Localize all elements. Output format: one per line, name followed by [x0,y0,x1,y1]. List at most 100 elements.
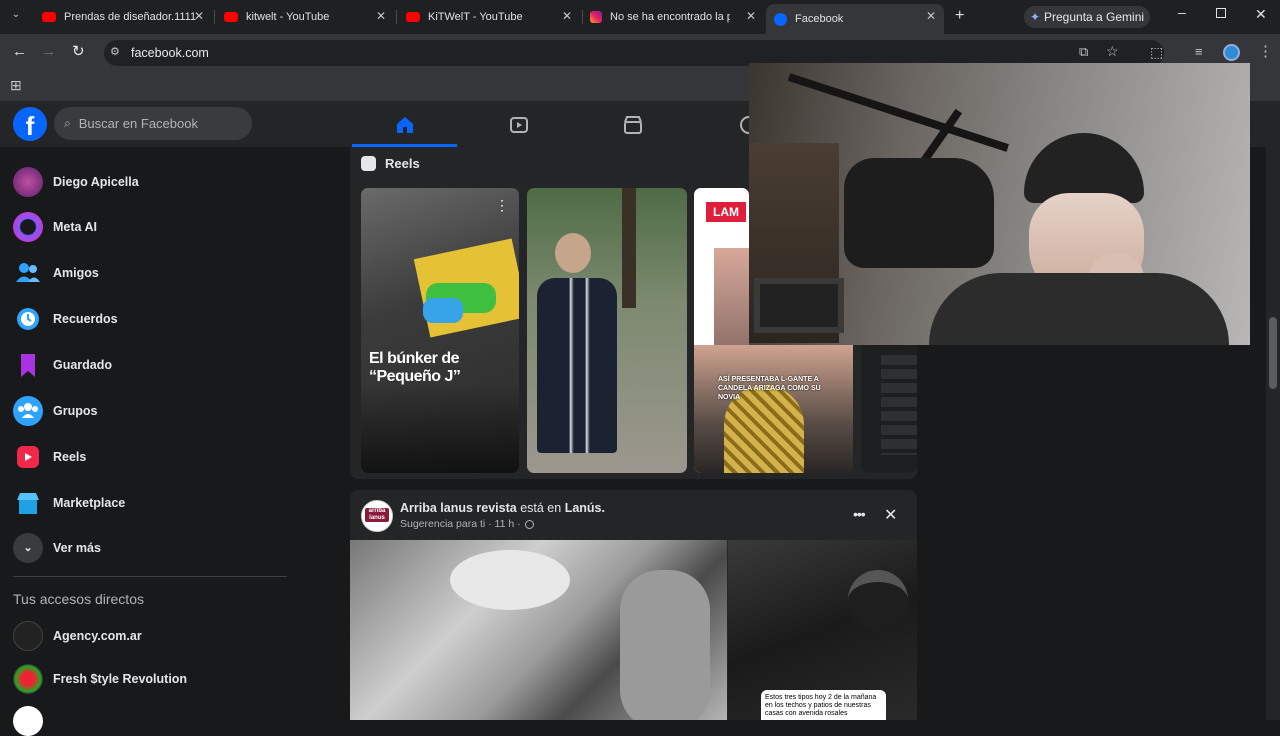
shortcut-item[interactable]: Agency.com.ar [13,621,142,651]
post-header: Arriba lanus revista está en Lanús. [400,501,605,515]
webcam-microphone [844,158,994,268]
tab-title: KiTWelT - YouTube [428,11,523,23]
reel-thumbnail-lower[interactable]: ASÍ PRESENTABA L-GANTE A CANDELA ARIZAGA… [694,345,853,473]
gemini-button[interactable]: ✦ Pregunta a Gemini [1024,6,1150,28]
close-window-button[interactable]: ✕ [1255,6,1267,23]
restore-button[interactable] [1216,8,1226,18]
post-image-right[interactable]: Estos tres tipos hoy 2 de la mañana en l… [728,540,917,720]
agency-logo [13,621,43,651]
post-is-in: está en [520,501,562,515]
groups-icon [13,396,43,426]
marketplace-icon [13,488,43,518]
apps-icon[interactable]: ⊞ [10,77,22,94]
url-text: facebook.com [131,46,209,60]
tab-title: No se ha encontrado la pág [610,11,730,23]
sidebar-item-meta-ai[interactable]: Meta AI [13,212,97,242]
sidebar-item-profile[interactable]: Diego Apicella [13,167,139,197]
close-icon[interactable]: ✕ [562,9,572,23]
avatar [13,167,43,197]
browser-tab[interactable]: kitwelt - YouTube ✕ [216,4,394,30]
browser-tab-active[interactable]: Facebook ✕ [766,4,944,34]
sidebar-item-reels[interactable]: Reels [13,442,86,472]
post-place[interactable]: Lanús. [565,501,605,515]
globe-icon [524,519,534,529]
shortcut-item[interactable]: Fresh $tyle Revolution [13,664,187,694]
scrollbar-track[interactable] [1266,147,1280,720]
sidebar-item-label: Reels [53,450,87,464]
menu-icon[interactable]: ⋮ [1258,42,1273,60]
reels-title: Reels [385,156,420,171]
post-image-left[interactable] [350,540,727,720]
shortcut-logo [13,706,43,736]
post-meta: Sugerencia para ti · 11 h · [400,518,534,530]
sidebar-item-saved[interactable]: Guardado [13,350,112,380]
youtube-icon [406,12,420,22]
profile-avatar[interactable] [1223,44,1240,61]
browser-tab[interactable]: KiTWelT - YouTube ✕ [398,4,580,30]
sidebar-item-groups[interactable]: Grupos [13,396,97,426]
shortcuts-title: Tus accesos directos [13,591,144,607]
reel-caption: El búnker de “Pequeño J” [369,350,461,385]
close-icon[interactable]: ✕ [376,9,386,23]
gaming-icon[interactable] [738,114,749,136]
reel-thumbnail[interactable]: ⋮ El búnker de “Pequeño J” [361,188,519,473]
home-icon[interactable] [394,114,416,136]
post-image-caption: Estos tres tipos hoy 2 de la mañana en l… [761,690,886,720]
close-icon[interactable]: ✕ [884,505,897,525]
site-info-icon[interactable]: ⚙ [110,45,120,58]
search-icon: ⌕ [64,116,71,130]
instagram-icon [590,11,602,23]
marketplace-nav-icon[interactable] [622,114,644,136]
post-image-figure2 [620,570,710,720]
more-options-icon[interactable]: ••• [853,506,866,522]
sidebar-item-memories[interactable]: Recuerdos [13,304,118,334]
reel-caption: ASÍ PRESENTABA L-GANTE A CANDELA ARIZAGA… [718,376,821,401]
forward-icon[interactable]: → [41,43,56,60]
tab-title: Prendas de diseñador.1111 [64,11,197,23]
sidebar-item-see-more[interactable]: ⌄ Ver más [13,533,101,563]
close-icon[interactable]: ✕ [746,9,756,23]
reel-thumbnail-partial[interactable] [861,345,917,473]
browser-tab[interactable]: No se ha encontrado la pág ✕ [582,4,764,30]
close-icon[interactable]: ✕ [194,9,204,23]
post-author[interactable]: Arriba lanus revista [400,501,517,515]
webcam-mic-arm [787,73,1009,152]
webcam-overlay [749,63,1250,345]
reel-thumbnail[interactable] [527,188,687,473]
lam-badge: LAM [706,202,746,222]
sidebar-item-marketplace[interactable]: Marketplace [13,488,125,518]
sidebar-item-friends[interactable]: Amigos [13,258,99,288]
minimize-button[interactable]: – [1178,4,1186,20]
extensions-icon[interactable]: ⬚ [1150,44,1163,61]
reel-image-tree [622,188,636,308]
reel-image-hand [423,298,463,323]
chevron-down-icon: ⌄ [13,533,43,563]
facebook-logo[interactable]: f [13,107,47,141]
gemini-label: Pregunta a Gemini [1044,10,1145,24]
reload-icon[interactable]: ↻ [72,42,85,60]
tab-search-icon[interactable]: ⌄ [8,9,24,25]
shortcut-label: Fresh $tyle Revolution [53,672,188,686]
scrollbar-thumb[interactable] [1269,317,1277,389]
install-icon[interactable]: ⧉ [1079,44,1088,60]
shortcut-item[interactable] [13,706,53,736]
sidebar-item-label: Guardado [53,358,113,372]
youtube-icon [42,12,56,22]
memories-icon [13,304,43,334]
video-icon[interactable] [508,114,530,136]
shortcut-label: Agency.com.ar [53,629,142,643]
more-options-icon[interactable]: ⋮ [495,197,509,214]
bookmark-star-icon[interactable]: ☆ [1106,43,1119,60]
saved-icon [13,350,43,380]
post-avatar[interactable]: arriba lanus [361,500,393,532]
browser-tab[interactable]: Prendas de diseñador.1111 ✕ [34,4,212,30]
reading-list-icon[interactable]: ≡ [1195,44,1203,59]
new-tab-button[interactable]: + [955,7,964,25]
back-icon[interactable]: ← [12,43,27,60]
browser-tab-strip: ⌄ Prendas de diseñador.1111 ✕ kitwelt - … [0,0,1280,34]
divider [13,576,287,577]
search-placeholder: Buscar en Facebook [78,116,198,131]
sidebar-item-label: Amigos [53,266,99,280]
close-icon[interactable]: ✕ [926,9,936,23]
search-input[interactable]: ⌕ Buscar en Facebook [54,107,252,140]
